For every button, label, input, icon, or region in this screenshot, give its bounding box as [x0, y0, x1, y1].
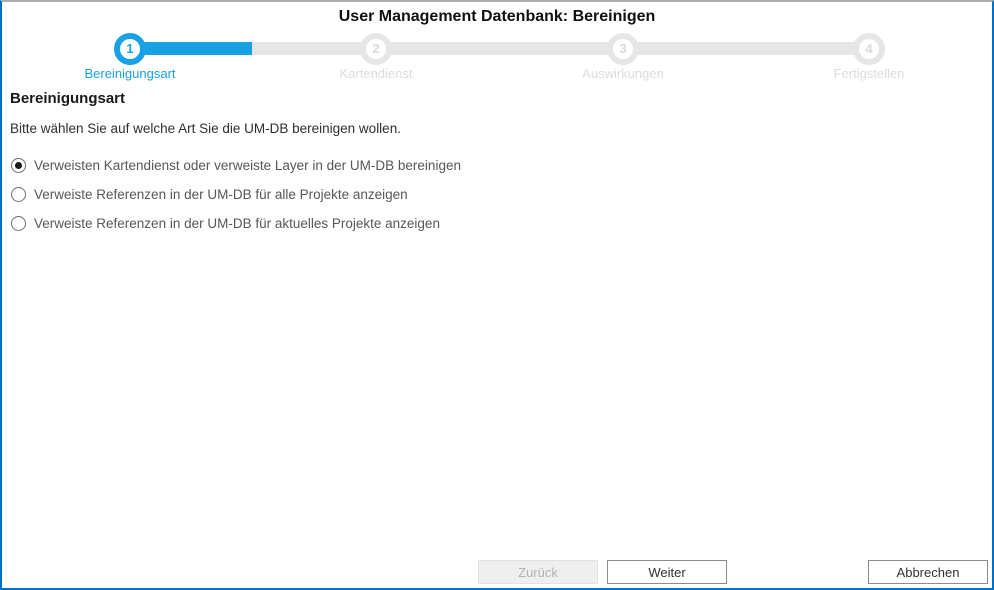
radio-option-label: Verweiste Referenzen in der UM-DB für ak…: [34, 216, 440, 231]
radio-option-show-current-project[interactable]: Verweiste Referenzen in der UM-DB für ak…: [11, 209, 461, 238]
step-progress-fill: [128, 42, 252, 55]
dialog-title: User Management Datenbank: Bereinigen: [338, 8, 656, 25]
step-progress-track: [128, 42, 869, 55]
radio-option-cleanup-orphaned[interactable]: Verweisten Kartendienst oder verweiste L…: [11, 151, 461, 180]
radio-icon[interactable]: [11, 158, 26, 173]
page-title: Bereinigungsart: [10, 90, 126, 107]
wizard-dialog: User Management Datenbank: Bereinigen 1 …: [0, 0, 994, 590]
cancel-button[interactable]: Abbrechen: [868, 560, 988, 584]
step-number: 2: [372, 41, 380, 56]
instruction-text: Bitte wählen Sie auf welche Art Sie die …: [10, 121, 401, 136]
back-button[interactable]: Zurück: [478, 560, 598, 584]
step-circle-fertigstellen: 4: [853, 33, 885, 65]
radio-option-label: Verweiste Referenzen in der UM-DB für al…: [34, 187, 408, 202]
radio-option-label: Verweisten Kartendienst oder verweiste L…: [34, 158, 461, 173]
step-label-kartendienst: Kartendienst: [339, 66, 413, 81]
cleanup-option-group: Verweisten Kartendienst oder verweiste L…: [11, 151, 461, 238]
next-button[interactable]: Weiter: [607, 560, 727, 584]
step-number: 4: [865, 41, 873, 56]
radio-icon[interactable]: [11, 216, 26, 231]
step-label-fertigstellen: Fertigstellen: [833, 66, 905, 81]
step-circle-kartendienst: 2: [360, 33, 392, 65]
step-number: 3: [619, 41, 627, 56]
step-circle-bereinigungsart: 1: [114, 33, 146, 65]
radio-dot: [15, 162, 22, 169]
step-circle-auswirkungen: 3: [607, 33, 639, 65]
step-number: 1: [126, 41, 134, 56]
radio-icon[interactable]: [11, 187, 26, 202]
radio-option-show-all-projects[interactable]: Verweiste Referenzen in der UM-DB für al…: [11, 180, 461, 209]
step-label-auswirkungen: Auswirkungen: [582, 66, 664, 81]
step-label-bereinigungsart: Bereinigungsart: [84, 66, 176, 81]
